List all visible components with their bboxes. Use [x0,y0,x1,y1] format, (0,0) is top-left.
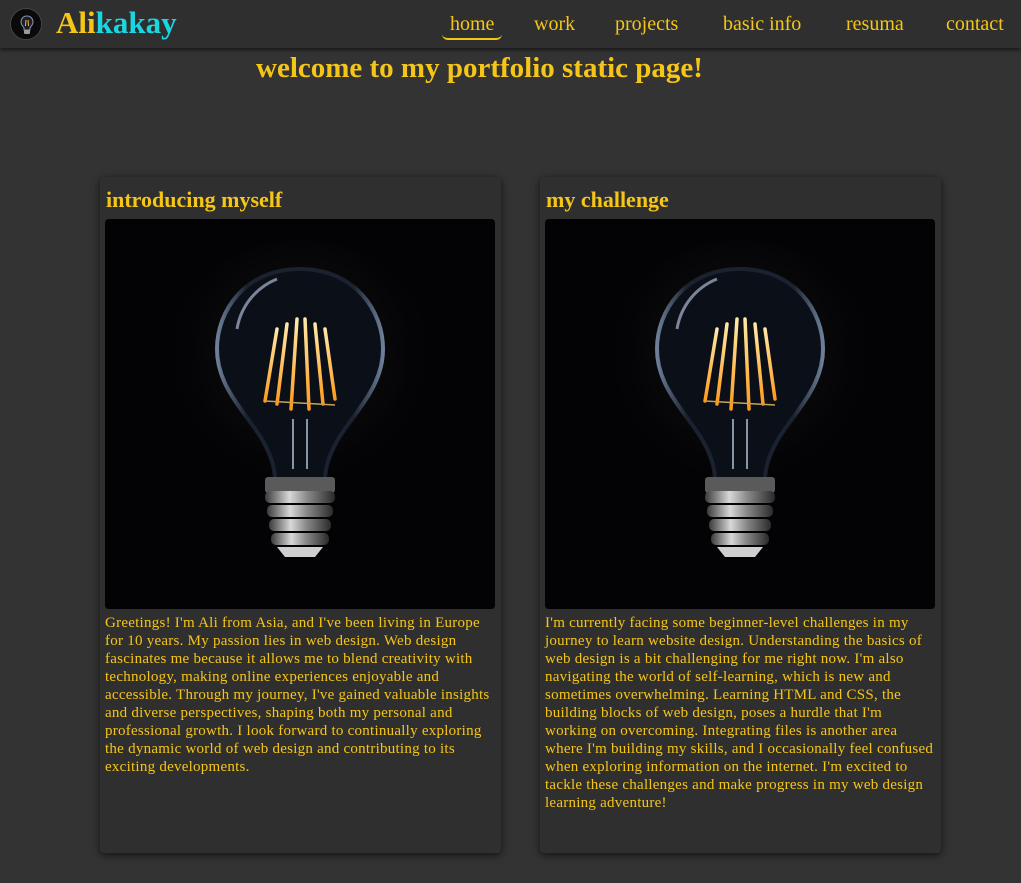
card-introducing-myself: introducing myself Greetings! I'm Ali fr… [100,177,501,853]
lightbulb-photo [545,219,935,609]
brand-part-2: kakay [95,5,177,40]
nav-work[interactable]: work [534,12,575,40]
card-my-challenge: my challenge I'm currently facing some b… [540,177,941,853]
lightbulb-icon[interactable] [10,8,42,40]
card-title: introducing myself [106,187,283,212]
nav-resuma[interactable]: resuma [846,12,904,40]
card-text: Greetings! I'm Ali from Asia, and I've b… [105,615,490,775]
brand-part-1: Ali [56,5,96,40]
nav-projects[interactable]: projects [615,12,678,40]
card-text: I'm currently facing some beginner-level… [545,615,934,811]
page-title: welcome to my portfolio static page! [256,52,703,84]
top-navbar: Alikakay home work projects basic info r… [0,0,1021,48]
card-title: my challenge [546,187,669,212]
nav-home[interactable]: home [442,12,503,40]
nav-contact[interactable]: contact [946,12,1004,40]
lightbulb-photo [105,219,495,609]
nav-basic-info[interactable]: basic info [723,12,801,40]
brand-logo-text[interactable]: Alikakay [56,5,177,41]
